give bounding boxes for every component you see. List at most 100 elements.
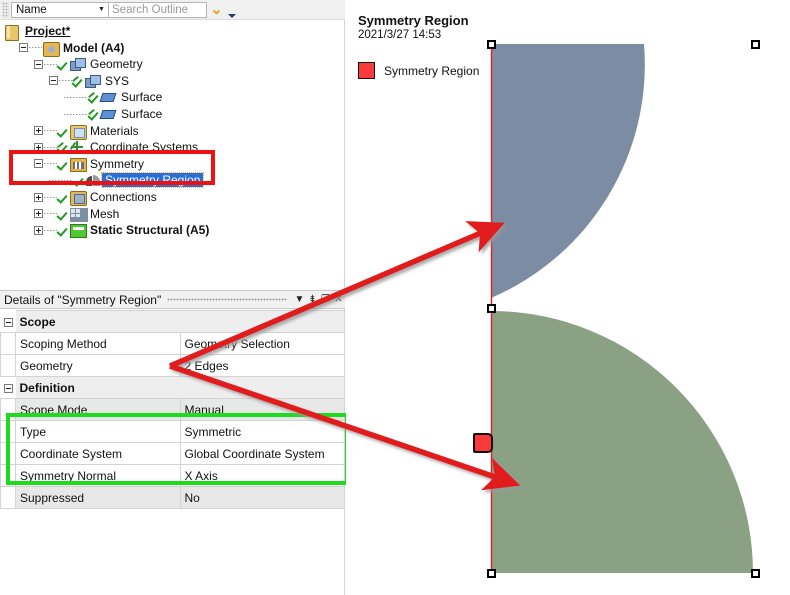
tree-item-project[interactable]: Project* <box>4 23 70 41</box>
symmetry-region-icon <box>86 173 102 187</box>
tree-item-label: Connections <box>90 190 157 204</box>
outline-panel: Name ▼ Search Outline ⌄ Project* Model (A… <box>0 0 349 595</box>
vertex-handle-icon[interactable] <box>487 569 496 578</box>
section-collapse-icon[interactable] <box>0 310 16 333</box>
search-outline-placeholder: Search Outline <box>112 3 189 16</box>
tree-item-geometry[interactable]: Geometry <box>34 56 143 72</box>
outline-filter-select[interactable]: Name ▼ <box>11 1 109 18</box>
details-property-value[interactable]: Manual <box>179 398 345 421</box>
details-property-row: Scope Mode Manual <box>0 398 345 421</box>
viewport-timestamp: 2021/3/27 14:53 <box>358 29 442 41</box>
tree-item-surface[interactable]: Surface <box>64 89 162 105</box>
expand-chevron-icon[interactable]: ⌄ <box>208 1 225 19</box>
mesh-icon <box>70 207 88 222</box>
vertex-handle-icon[interactable] <box>487 304 496 313</box>
legend-color-swatch <box>358 62 375 79</box>
details-section-row: Definition <box>0 376 345 399</box>
details-property-value[interactable]: Global Coordinate System <box>179 442 345 465</box>
tree-item-symmetry[interactable]: Symmetry <box>34 156 144 172</box>
tree-connector <box>44 146 57 148</box>
tree-item-surface[interactable]: Surface <box>64 106 162 122</box>
tree-item-label: Model (A4) <box>63 40 125 55</box>
tree-item-static-structural-a5[interactable]: Static Structural (A5) <box>34 222 209 239</box>
details-property-value[interactable]: X Axis <box>179 464 345 487</box>
status-check-icon <box>57 141 68 153</box>
expand-icon[interactable] <box>34 192 43 202</box>
expand-icon[interactable] <box>34 225 43 235</box>
status-check-icon <box>88 91 99 103</box>
details-property-name: Scope Mode <box>15 398 181 421</box>
dropdown-arrow-icon[interactable] <box>225 0 239 20</box>
details-property-value[interactable]: 2 Edges <box>179 354 345 377</box>
tree-item-connections[interactable]: Connections <box>34 189 157 206</box>
expand-icon[interactable] <box>34 126 43 136</box>
tree-item-model-a4[interactable]: Model (A4) <box>19 40 125 57</box>
graphics-viewport[interactable]: Symmetry Region 2021/3/27 14:53 Symmetry… <box>346 0 790 595</box>
details-panel-title: Details of "Symmetry Region" <box>4 292 162 307</box>
section-collapse-icon[interactable] <box>0 376 16 399</box>
row-indent-spacer <box>0 332 16 355</box>
materials-icon <box>70 124 87 140</box>
expand-icon[interactable] <box>34 209 43 219</box>
details-property-value[interactable]: Geometry Selection <box>179 332 345 355</box>
row-indent-spacer <box>0 420 16 443</box>
details-panel-titlebar: Details of "Symmetry Region" ▼ ⇟ ❐ ✕ <box>0 290 345 309</box>
details-property-name: Suppressed <box>15 486 181 509</box>
symmetry-marker-icon[interactable] <box>473 433 493 453</box>
details-property-name: Symmetry Normal <box>15 464 181 487</box>
tree-connector <box>29 47 42 49</box>
row-indent-spacer <box>0 442 16 465</box>
status-check-icon <box>57 208 68 220</box>
details-property-row: Geometry 2 Edges <box>0 354 345 377</box>
tree-item-label: Symmetry Region <box>100 172 205 189</box>
tree-connector <box>44 213 57 215</box>
status-check-icon <box>88 108 99 120</box>
restore-icon[interactable]: ❐ <box>319 294 332 305</box>
tree-item-label: Geometry <box>90 57 143 72</box>
row-indent-spacer <box>0 486 16 509</box>
geometry-graphics[interactable] <box>346 0 790 595</box>
tree-item-coordinate-systems[interactable]: Coordinate Systems <box>34 139 198 155</box>
details-property-value[interactable]: Symmetric <box>179 420 345 443</box>
collapse-icon[interactable] <box>49 76 58 86</box>
details-property-value[interactable]: No <box>179 486 345 509</box>
vertex-handle-icon[interactable] <box>751 569 760 578</box>
tree-item-mesh[interactable]: Mesh <box>34 206 119 222</box>
vertex-handle-icon[interactable] <box>751 40 760 49</box>
surface-icon <box>99 90 117 104</box>
symmetry-icon <box>70 157 87 172</box>
tree-connector <box>64 113 88 115</box>
collapse-icon[interactable] <box>34 59 43 69</box>
chevron-down-icon[interactable]: ▼ <box>293 294 306 305</box>
status-check-icon <box>73 174 84 186</box>
upper-surface-body[interactable] <box>491 44 645 298</box>
chevron-down-icon[interactable]: ▼ <box>95 3 108 17</box>
details-properties-table: Scope Scoping Method Geometry Selection Geo… <box>0 310 345 509</box>
viewport-title: Symmetry Region <box>358 13 469 28</box>
ansys-mechanical-window: Name ▼ Search Outline ⌄ Project* Model (A… <box>0 0 790 595</box>
tree-item-label: SYS <box>105 73 130 88</box>
static-structural-icon <box>70 223 87 239</box>
tree-item-label: Coordinate Systems <box>90 140 199 155</box>
tree-connector <box>64 96 88 98</box>
details-property-name: Scoping Method <box>15 332 181 355</box>
tree-item-label: Surface <box>121 90 163 105</box>
project-icon <box>5 24 21 41</box>
vertex-handle-icon[interactable] <box>487 40 496 49</box>
toolbar-grip[interactable] <box>2 1 9 18</box>
collapse-icon[interactable] <box>19 43 28 53</box>
collapse-icon[interactable] <box>34 159 43 169</box>
close-icon[interactable]: ✕ <box>332 294 345 305</box>
details-property-name: Geometry <box>15 354 181 377</box>
pin-icon[interactable]: ⇟ <box>306 294 319 305</box>
legend-label: Symmetry Region <box>384 63 480 78</box>
tree-connector <box>44 130 57 132</box>
search-outline-input[interactable]: Search Outline <box>109 1 207 18</box>
tree-item-symmetry-region[interactable]: Symmetry Region <box>49 172 205 189</box>
expand-icon[interactable] <box>34 142 43 152</box>
outline-filter-toolbar: Name ▼ Search Outline ⌄ <box>0 0 345 20</box>
tree-item-sys[interactable]: SYS <box>49 73 129 89</box>
tree-item-materials[interactable]: Materials <box>34 123 139 140</box>
details-property-row: Type Symmetric <box>0 420 345 443</box>
lower-surface-body[interactable] <box>491 311 753 573</box>
